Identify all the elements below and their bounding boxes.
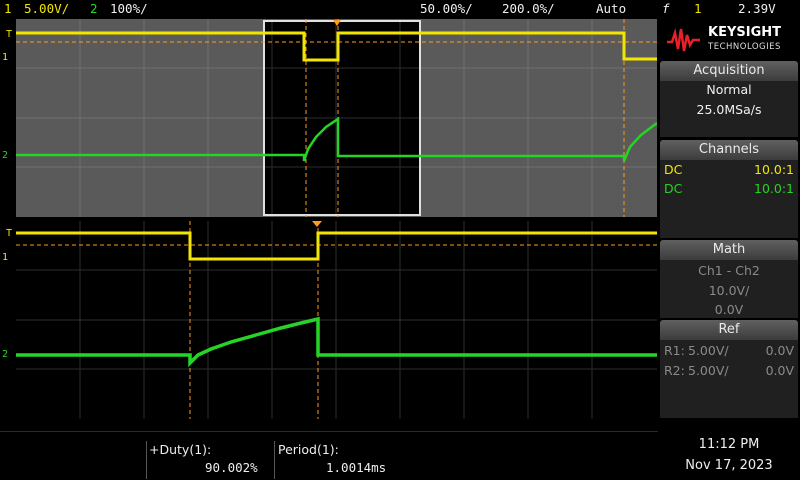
- acquisition-mode: Normal: [706, 82, 752, 97]
- r1-name: R1:: [664, 343, 685, 358]
- ch2-scale[interactable]: 100%/: [110, 1, 148, 16]
- r2-name: R2:: [664, 363, 685, 378]
- period-value: 1.0014ms: [326, 460, 387, 475]
- zoom-trigger-position-icon: [312, 221, 322, 227]
- horizontal-position[interactable]: 50.00%/: [420, 1, 473, 16]
- zoom-ch2-ground-marker[interactable]: 2: [2, 350, 8, 360]
- acquisition-header[interactable]: Acquisition: [660, 61, 798, 81]
- ref-panel[interactable]: R1: 5.00V/ 0.0V R2: 5.00V/ 0.0V: [660, 340, 798, 418]
- trigger-level[interactable]: 2.39V: [738, 1, 776, 16]
- brand-logo: KEYSIGHT TECHNOLOGIES: [662, 22, 796, 58]
- ch1-number[interactable]: 1: [4, 1, 12, 16]
- zoom-ch1-ground-marker[interactable]: 1: [2, 253, 8, 263]
- acquisition-panel[interactable]: Normal 25.0MSa/s: [660, 81, 798, 137]
- r2-offset: 0.0V: [765, 363, 794, 378]
- math-header[interactable]: Math: [660, 240, 798, 260]
- trigger-mode[interactable]: Auto: [596, 1, 626, 16]
- status-bar: 1 5.00V/ 2 100%/ 50.00%/ 200.0%/ Auto f …: [0, 0, 776, 18]
- math-expression: Ch1 - Ch2: [698, 263, 760, 278]
- duty-value: 90.002%: [205, 460, 258, 475]
- overview-plot: [16, 19, 657, 217]
- ch2-coupling: DC: [664, 181, 683, 196]
- brand-name: KEYSIGHT: [708, 25, 781, 40]
- ref-header[interactable]: Ref: [660, 320, 798, 340]
- zoom-trigger-level-marker[interactable]: T: [6, 229, 12, 239]
- r2-scale: 5.00V/: [688, 363, 729, 378]
- horizontal-scale[interactable]: 200.0%/: [502, 1, 555, 16]
- zoom-grid: [16, 221, 657, 419]
- zoom-plot: [16, 221, 657, 419]
- overview-graticule[interactable]: [16, 19, 657, 217]
- measurement-bar: +Duty(1): 90.002% Period(1): 1.0014ms 11…: [0, 421, 800, 480]
- ch2-ground-marker[interactable]: 2: [2, 151, 8, 161]
- ch1-coupling: DC: [664, 162, 683, 177]
- trigger-source[interactable]: 1: [694, 1, 702, 16]
- channels-panel[interactable]: DC 10.0:1 DC 10.0:1: [660, 160, 798, 238]
- ch1-scale[interactable]: 5.00V/: [24, 1, 69, 16]
- brand-subtitle: TECHNOLOGIES: [708, 42, 781, 52]
- clock-time: 11:12 PM: [698, 437, 760, 452]
- ch2-probe: 10.0:1: [754, 181, 794, 196]
- period-label[interactable]: Period(1):: [278, 442, 339, 457]
- zoom-graticule[interactable]: [16, 221, 657, 419]
- clock-date: Nov 17, 2023: [685, 458, 773, 473]
- channels-header[interactable]: Channels: [660, 140, 798, 160]
- math-scale: 10.0V/: [708, 283, 750, 298]
- r1-scale: 5.00V/: [688, 343, 729, 358]
- duty-label[interactable]: +Duty(1):: [149, 442, 211, 457]
- sample-rate: 25.0MSa/s: [696, 102, 762, 117]
- ch2-number[interactable]: 2: [90, 1, 98, 16]
- math-panel[interactable]: Ch1 - Ch2 10.0V/ 0.0V: [660, 260, 798, 318]
- trigger-edge-icon: f: [662, 1, 670, 16]
- keysight-wave-icon: [667, 28, 700, 52]
- r1-offset: 0.0V: [765, 343, 794, 358]
- ch1-probe: 10.0:1: [754, 162, 794, 177]
- trigger-level-marker[interactable]: T: [6, 30, 12, 40]
- math-offset: 0.0V: [714, 302, 744, 317]
- ch1-ground-marker[interactable]: 1: [2, 53, 8, 63]
